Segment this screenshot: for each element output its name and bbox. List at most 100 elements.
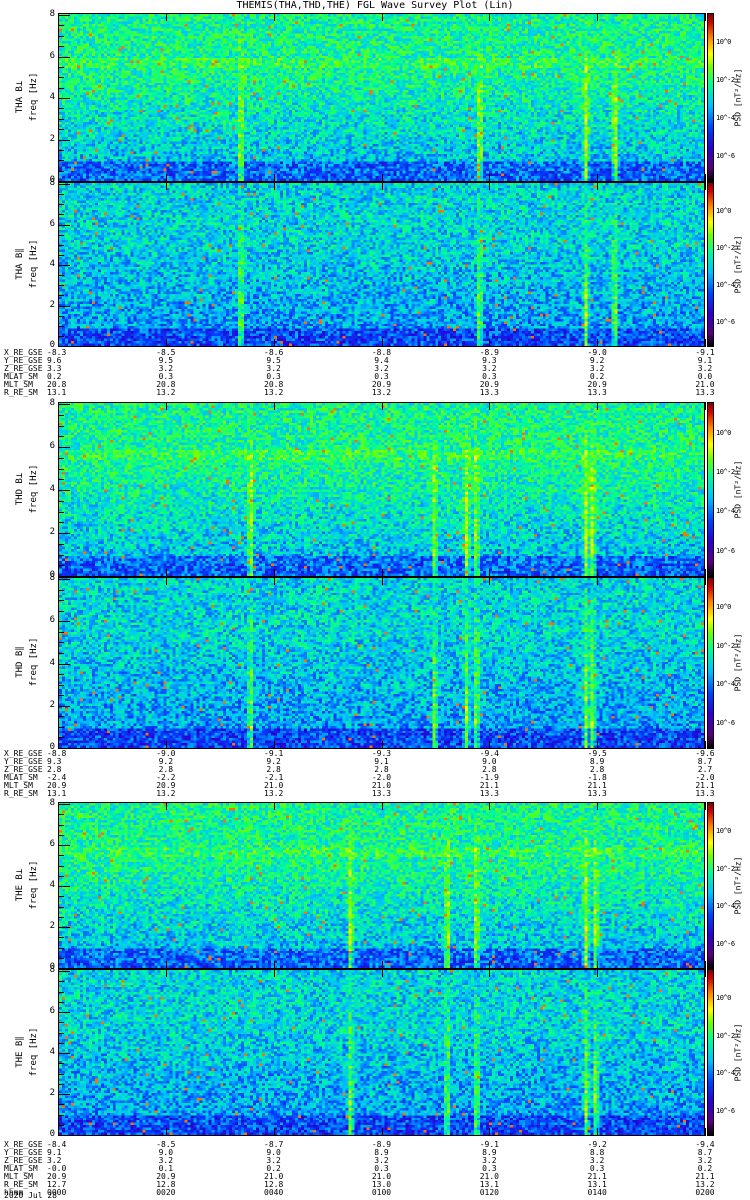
x-tick — [597, 741, 598, 749]
colorbar-label: PSD [nT²/Hz] — [734, 449, 743, 529]
y-tick — [58, 336, 64, 337]
panel-label: THE B⊥ — [15, 815, 25, 955]
x-tick — [274, 339, 275, 347]
x-tick — [274, 13, 275, 21]
y-tick — [58, 1063, 64, 1064]
ephemeris-value: 0200 — [693, 1189, 717, 1197]
y-axis-label: freq [Hz] — [29, 815, 39, 955]
x-tick — [58, 1128, 59, 1136]
y-tick — [58, 937, 64, 938]
y-tick-label: 6 — [45, 51, 55, 61]
x-tick — [382, 569, 383, 577]
y-tick — [58, 501, 64, 502]
y-tick-label: 4 — [45, 658, 55, 668]
y-tick — [58, 825, 64, 826]
y-tick — [58, 1043, 64, 1044]
x-tick — [274, 402, 275, 410]
y-axis-label: freq [Hz] — [29, 592, 39, 732]
x-tick — [489, 741, 490, 749]
y-tick-label: 8 — [45, 398, 55, 408]
x-tick — [705, 741, 706, 749]
x-tick — [58, 13, 59, 21]
y-tick — [58, 490, 70, 491]
ephemeris-row-label: R_RE_SM — [4, 790, 38, 798]
y-tick-label: 2 — [45, 134, 55, 144]
y-tick — [58, 642, 64, 643]
y-tick — [58, 706, 70, 707]
x-tick — [166, 174, 167, 182]
colorbar-tick-label: 10^-4 — [716, 902, 735, 910]
x-tick — [705, 174, 706, 182]
colorbar-label: PSD [nT²/Hz] — [734, 623, 743, 703]
colorbar-tick-label: 10^-6 — [716, 1107, 735, 1115]
y-tick — [58, 25, 64, 26]
y-tick — [58, 458, 64, 459]
y-tick — [58, 611, 64, 612]
y-tick-label: 6 — [45, 615, 55, 625]
y-tick — [58, 981, 64, 982]
x-tick — [166, 569, 167, 577]
y-tick — [58, 1053, 70, 1054]
x-tick — [597, 569, 598, 577]
y-tick — [58, 1115, 64, 1116]
colorbar-tick-label: 10^-4 — [716, 114, 735, 122]
x-tick — [382, 741, 383, 749]
x-tick — [166, 969, 167, 977]
y-tick — [58, 565, 64, 566]
x-tick — [705, 969, 706, 977]
x-tick — [597, 961, 598, 969]
y-tick — [58, 1125, 64, 1126]
x-tick — [274, 969, 275, 977]
y-tick — [58, 992, 64, 993]
x-tick — [274, 1128, 275, 1136]
x-tick — [597, 802, 598, 810]
x-tick — [705, 961, 706, 969]
colorbar-tick-label: 10^0 — [716, 994, 731, 1002]
x-tick — [58, 339, 59, 347]
x-tick — [597, 13, 598, 21]
y-tick — [58, 140, 70, 141]
y-tick — [58, 653, 64, 654]
x-tick — [705, 182, 706, 190]
y-tick — [58, 958, 64, 959]
y-tick — [58, 716, 64, 717]
y-tick — [58, 36, 64, 37]
ephemeris-value: 13.3 — [370, 790, 394, 798]
y-tick — [58, 896, 64, 897]
x-tick — [705, 1128, 706, 1136]
colorbar — [707, 402, 714, 577]
y-tick-label: 4 — [45, 92, 55, 102]
y-tick — [58, 194, 64, 195]
x-tick — [705, 569, 706, 577]
colorbar-tick-label: 10^-2 — [716, 642, 735, 650]
ephemeris-row-label: R_RE_SM — [4, 389, 38, 397]
colorbar-label: PSD [nT²/Hz] — [734, 1012, 743, 1092]
x-tick — [58, 174, 59, 182]
colorbar-tick-label: 10^-2 — [716, 865, 735, 873]
spectrogram-image — [59, 14, 704, 181]
y-tick — [58, 98, 70, 99]
y-tick — [58, 512, 64, 513]
colorbar-tick-label: 10^-4 — [716, 281, 735, 289]
x-tick — [382, 961, 383, 969]
colorbar-tick-label: 10^-2 — [716, 468, 735, 476]
y-tick — [58, 727, 64, 728]
spectrogram-panel — [58, 402, 705, 577]
x-tick — [705, 339, 706, 347]
ephemeris-value: 13.2 — [370, 389, 394, 397]
y-tick — [58, 737, 64, 738]
y-tick — [58, 426, 64, 427]
spectrogram-panel — [58, 969, 705, 1136]
spectrogram-image — [59, 970, 704, 1135]
y-tick-label: 6 — [45, 441, 55, 451]
colorbar — [707, 577, 714, 749]
spectrogram-panel — [58, 13, 705, 182]
colorbar-tick-label: 10^-2 — [716, 1032, 735, 1040]
ephemeris-value: 0140 — [585, 1189, 609, 1197]
y-tick — [58, 685, 64, 686]
panel-label: THA B⊥ — [15, 27, 25, 167]
y-tick-label: 2 — [45, 921, 55, 931]
colorbar — [707, 13, 714, 182]
y-tick — [58, 447, 70, 448]
y-tick — [58, 1022, 64, 1023]
